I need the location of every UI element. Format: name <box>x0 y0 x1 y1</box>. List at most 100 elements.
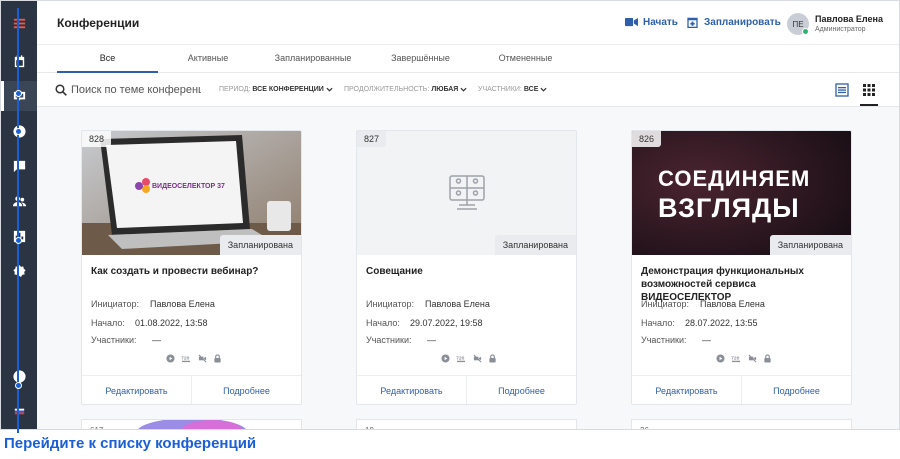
lock-icon <box>489 354 496 363</box>
period-filter[interactable]: ПЕРИОД: ВСЕ КОНФЕРЕНЦИИ <box>219 86 333 93</box>
initiator-label: Инициатор: <box>366 299 414 309</box>
app-window: Конференции Начать Запланировать ПЕ Павл… <box>0 0 900 430</box>
lock-icon <box>214 354 221 363</box>
annotation-pointer-dot <box>14 237 22 244</box>
search-input[interactable] <box>71 82 201 98</box>
logo-text: ВИДЕОСЕЛЕКТОР 37 <box>152 183 225 190</box>
period-filter-label: ПЕРИОД: <box>219 86 251 93</box>
participants-filter[interactable]: УЧАСТНИКИ: ВСЕ <box>478 86 547 93</box>
record-icon <box>716 354 725 363</box>
duration-filter[interactable]: ПРОДОЛЖИТЕЛЬНОСТЬ: ЛЮБАЯ <box>344 86 467 93</box>
edit-button[interactable]: Редактировать <box>632 376 741 404</box>
conference-card: ВИДЕОСЕЛЕКТОР 37 828 Запланирована Как с… <box>81 130 302 405</box>
tab-active[interactable]: Активные <box>158 53 258 63</box>
participants-label: Участники: <box>641 335 687 345</box>
participants-value: — <box>427 335 436 345</box>
tab-all[interactable]: Все <box>57 53 158 63</box>
start-label: Начало: <box>366 318 400 328</box>
conference-id-badge: 827 <box>357 131 387 147</box>
menu-icon[interactable] <box>1 8 37 38</box>
feature-icons: 720 <box>166 354 222 363</box>
start-label: Начало: <box>91 318 125 328</box>
card-footer: Редактировать Подробнее <box>632 375 851 404</box>
filter-bar: ПЕРИОД: ВСЕ КОНФЕРЕНЦИИ ПРОДОЛЖИТЕЛЬНОСТ… <box>37 73 899 107</box>
start-value: 28.07.2022, 13:55 <box>685 318 758 328</box>
lock-icon <box>764 354 771 363</box>
start-value: 01.08.2022, 13:58 <box>135 318 208 328</box>
initiator-value: Павлова Елена <box>425 299 490 309</box>
language-flag-icon[interactable] <box>1 396 37 426</box>
details-button[interactable]: Подробнее <box>742 376 851 404</box>
start-value: 29.07.2022, 19:58 <box>410 318 483 328</box>
settings-icon[interactable] <box>1 256 37 286</box>
duration-filter-value: ЛЮБАЯ <box>431 86 459 93</box>
conference-id-badge: 826 <box>632 131 662 147</box>
selected-view-indicator <box>860 104 878 106</box>
participants-value: — <box>702 335 711 345</box>
tab-scheduled[interactable]: Запланированные <box>258 53 368 63</box>
conference-title: Как создать и провести вебинар? <box>91 266 259 277</box>
no-video-icon <box>473 354 482 363</box>
feature-icons: 720 <box>716 354 772 363</box>
conference-id-badge: 828 <box>82 131 112 147</box>
status-tabs: Все Активные Запланированные Завершённые… <box>37 45 899 73</box>
annotation-pointer-dot <box>14 382 22 389</box>
hd-720-text: 720 <box>456 355 464 361</box>
schedule-conference-button[interactable]: Запланировать <box>686 16 781 28</box>
edit-button[interactable]: Редактировать <box>357 376 466 404</box>
hd-720-icon: 720 <box>181 355 191 363</box>
no-video-icon <box>748 354 757 363</box>
conference-placeholder-icon <box>449 175 485 210</box>
participants-filter-value: ВСЕ <box>523 86 539 93</box>
conference-card-peek[interactable]: 26 <box>631 419 852 429</box>
hd-720-icon: 720 <box>456 355 466 363</box>
status-badge: Запланирована <box>494 235 576 255</box>
calendar-add-icon <box>687 17 698 28</box>
record-icon <box>166 354 175 363</box>
annotation-pointer-dot <box>14 90 22 97</box>
card-footer: Редактировать Подробнее <box>82 375 301 404</box>
top-header: Конференции Начать Запланировать ПЕ Павл… <box>37 1 899 45</box>
details-button[interactable]: Подробнее <box>192 376 301 404</box>
hd-720-icon: 720 <box>731 355 741 363</box>
feature-icons: 720 <box>441 354 497 363</box>
initiator-value: Павлова Елена <box>150 299 215 309</box>
participants-value: — <box>152 335 161 345</box>
conference-id-badge: 26 <box>640 426 649 429</box>
conference-id-badge: 19 <box>365 426 374 429</box>
schedule-label: Запланировать <box>704 16 781 28</box>
list-view-icon[interactable] <box>835 83 849 97</box>
chevron-down-icon <box>326 87 333 92</box>
grid-view-icon[interactable] <box>862 83 876 97</box>
tab-finished[interactable]: Завершённые <box>368 53 473 63</box>
banner-line-2: ВЗГЛЯДЫ <box>658 193 800 223</box>
conference-card: СОЕДИНЯЕМ ВЗГЛЯДЫ 826 Запланирована Демо… <box>631 130 852 405</box>
start-label: Начать <box>643 16 678 28</box>
card-thumbnail: 827 Запланирована <box>357 131 576 255</box>
stats-icon[interactable] <box>1 221 37 251</box>
tab-cancelled[interactable]: Отмененные <box>473 53 578 63</box>
chat-icon[interactable] <box>1 151 37 181</box>
start-conference-button[interactable]: Начать <box>625 16 678 28</box>
users-icon[interactable] <box>1 186 37 216</box>
video-camera-icon <box>625 17 638 27</box>
details-button[interactable]: Подробнее <box>467 376 576 404</box>
screen: Конференции Начать Запланировать ПЕ Павл… <box>0 0 900 459</box>
edit-button[interactable]: Редактировать <box>82 376 191 404</box>
user-name[interactable]: Павлова Елена <box>815 14 883 24</box>
annotation-caption: Перейдите к списку конференций <box>4 435 257 452</box>
participants-filter-label: УЧАСТНИКИ: <box>478 86 522 93</box>
annotation-pointer-dot <box>14 128 22 135</box>
online-status-dot <box>802 28 809 35</box>
conference-card: 827 Запланирована Совещание Инициатор: П… <box>356 130 577 405</box>
conference-card-peek[interactable]: 19 <box>356 419 577 429</box>
participants-label: Участники: <box>366 335 412 345</box>
status-badge: Запланирована <box>769 235 851 255</box>
calendar-icon[interactable] <box>1 46 37 76</box>
card-thumbnail: СОЕДИНЯЕМ ВЗГЛЯДЫ 826 Запланирована <box>632 131 851 255</box>
user-role: Администратор <box>815 26 866 33</box>
conference-title: Совещание <box>366 266 423 277</box>
conference-card-peek[interactable]: 617 <box>81 419 302 429</box>
card-thumbnail: ВИДЕОСЕЛЕКТОР 37 828 Запланирована <box>82 131 301 255</box>
chevron-down-icon <box>540 87 547 92</box>
